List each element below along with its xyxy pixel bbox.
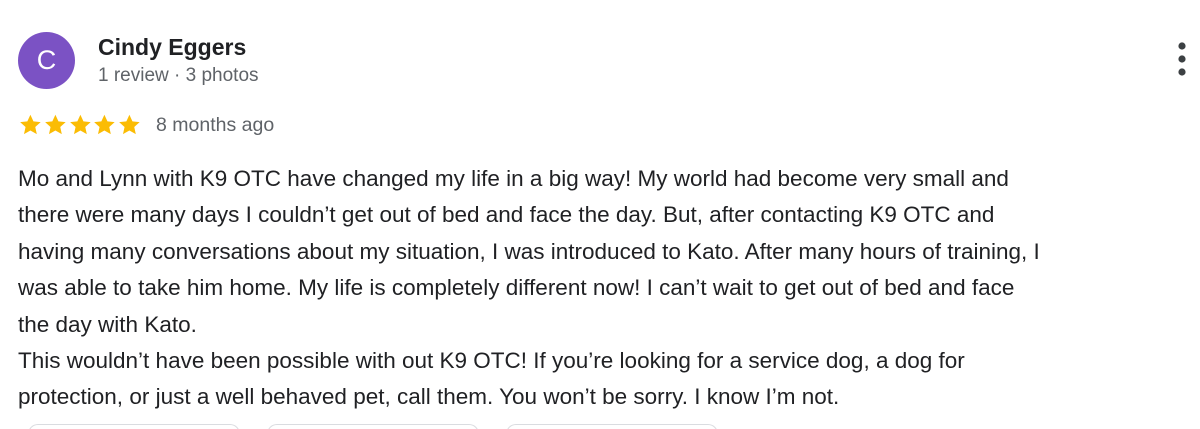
star-icon [119, 114, 140, 135]
review-text: Mo and Lynn with K9 OTC have changed my … [18, 161, 1196, 416]
reviewer-meta: 1 review · 3 photos [98, 65, 259, 86]
photo-chip[interactable] [506, 424, 718, 429]
review-line: was able to take him home. My life is co… [18, 275, 1015, 301]
reviewer-name[interactable]: Cindy Eggers [98, 33, 246, 61]
review-line: Mo and Lynn with K9 OTC have changed my … [18, 166, 1009, 191]
star-icon [44, 114, 66, 135]
star-icon [94, 114, 116, 135]
photo-chips [28, 424, 745, 429]
rating-row: 8 months ago [18, 112, 274, 138]
review-line: the day with Kato. [18, 311, 197, 337]
review-line: This wouldn’t have been possible with ou… [18, 348, 965, 374]
more-vert-icon [1178, 42, 1186, 76]
review-line: having many conversations about my situa… [18, 238, 1040, 264]
photo-chip[interactable] [28, 424, 240, 429]
review-card: C Cindy Eggers 1 review · 3 photos 8 mon… [0, 0, 1200, 429]
photo-chip[interactable] [267, 424, 479, 429]
review-line: there were many days I couldn’t get out … [18, 202, 995, 228]
avatar[interactable]: C [18, 32, 75, 89]
more-options-button[interactable] [1170, 40, 1194, 80]
star-rating [18, 113, 142, 137]
review-line: protection, or just a well behaved pet, … [18, 384, 840, 410]
avatar-initial: C [36, 45, 57, 75]
star-icon [69, 114, 91, 135]
star-icon [20, 114, 41, 135]
review-date: 8 months ago [156, 113, 275, 136]
